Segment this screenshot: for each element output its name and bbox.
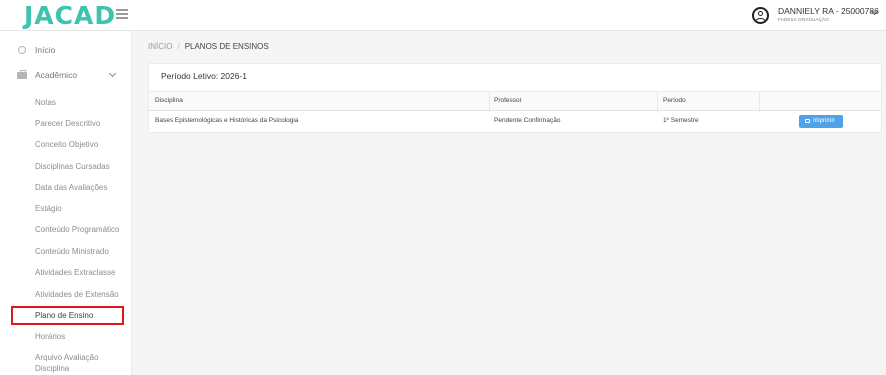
briefcase-icon — [17, 70, 27, 79]
cell-disciplina: Bases Epistemológicas e Históricas da Ps… — [155, 117, 299, 124]
breadcrumb: INÍCIO / PLANOS DE ENSINOS — [148, 42, 269, 51]
cell-periodo: 1º Semestre — [663, 117, 699, 124]
planos-card: Período Letivo: 2026-1 Disciplina Profes… — [148, 63, 882, 133]
sidebar-item-arquivo-avaliacao[interactable]: Arquivo Avaliação — [35, 353, 98, 362]
printer-icon — [805, 119, 810, 123]
column-divider — [489, 92, 490, 112]
table-row: Bases Epistemológicas e Históricas da Ps… — [149, 111, 881, 133]
column-divider — [657, 92, 658, 112]
sidebar-item-arquivo-avaliacao-line2[interactable]: Disciplina — [35, 364, 69, 373]
user-subtitle: FADESA GRADUAÇÃO — [778, 17, 829, 22]
jacad-logo[interactable]: JACAD — [24, 1, 116, 30]
cell-professor: Pendente Confirmação — [494, 117, 561, 124]
column-divider — [759, 92, 760, 112]
home-icon — [18, 46, 26, 54]
sidebar-item-conteudo-ministrado[interactable]: Conteúdo Ministrado — [35, 247, 109, 256]
sidebar-item-horarios[interactable]: Horários — [35, 332, 65, 341]
breadcrumb-current: PLANOS DE ENSINOS — [184, 42, 269, 51]
sidebar-item-plano-de-ensino[interactable]: Plano de Ensino — [35, 311, 93, 320]
menu-toggle-icon[interactable] — [116, 9, 128, 19]
table-header: Disciplina Professor Período — [149, 91, 881, 112]
user-name[interactable]: DANNIELY RA - 25000786 — [778, 6, 879, 16]
sidebar-item-parecer-descritivo[interactable]: Parecer Descritivo — [35, 119, 100, 128]
sidebar-item-atividades-extraclasse[interactable]: Atividades Extraclasse — [35, 268, 115, 277]
period-label: Período Letivo: 2026-1 — [161, 71, 248, 81]
column-header-disciplina: Disciplina — [155, 97, 183, 104]
sidebar-item-data-avaliacoes[interactable]: Data das Avaliações — [35, 183, 107, 192]
top-bar: JACAD DANNIELY RA - 25000786 FADESA GRAD… — [0, 0, 886, 31]
breadcrumb-separator: / — [177, 42, 180, 51]
sidebar-item-conceito-objetivo[interactable]: Conceito Objetivo — [35, 140, 98, 149]
sidebar-item-atividades-extensao[interactable]: Atividades de Extensão — [35, 290, 119, 299]
breadcrumb-home[interactable]: INÍCIO — [148, 42, 172, 51]
user-avatar-icon[interactable] — [752, 7, 769, 24]
print-button-label: Imprimir — [813, 118, 835, 124]
sidebar-item-estagio[interactable]: Estágio — [35, 204, 62, 213]
column-header-periodo: Período — [663, 97, 686, 104]
sidebar-item-academico[interactable]: Acadêmico — [35, 70, 77, 80]
sidebar-item-notas[interactable]: Notas — [35, 98, 56, 107]
print-button[interactable]: Imprimir — [799, 115, 843, 128]
sidebar-item-inicio[interactable]: Início — [35, 45, 55, 55]
sidebar-item-disciplinas-cursadas[interactable]: Disciplinas Cursadas — [35, 162, 110, 171]
column-header-professor: Professor — [494, 97, 522, 104]
sidebar-item-conteudo-programatico[interactable]: Conteúdo Programático — [35, 225, 120, 234]
